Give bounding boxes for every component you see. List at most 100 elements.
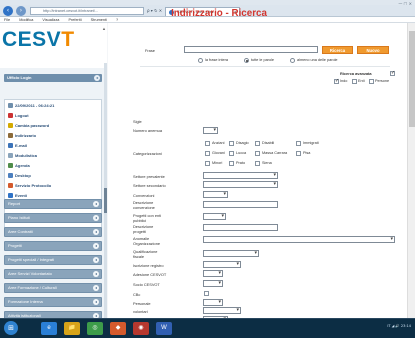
category-immigrati-checkbox[interactable] xyxy=(296,141,301,146)
radio-frase-intera[interactable] xyxy=(198,58,203,63)
app-icon-red[interactable]: ◉ xyxy=(133,322,149,335)
sidebar-section-formazione-interna[interactable]: Formazione Interna ◂ xyxy=(4,297,102,307)
category-giovani-checkbox[interactable] xyxy=(205,151,210,156)
new-button[interactable]: Nuovo xyxy=(357,46,389,54)
radio-almeno-una[interactable] xyxy=(290,58,295,63)
progetti-select[interactable] xyxy=(203,213,226,220)
email-icon xyxy=(8,143,13,148)
category-prato-label: Prato xyxy=(236,161,246,165)
app-icon-orange[interactable]: ◆ xyxy=(110,322,126,335)
sidebar-link-protocollo[interactable]: Servizio Protocollo xyxy=(8,183,51,189)
sidebar-section-progetti-speciali[interactable]: Progetti speciali / Integrati ◂ xyxy=(4,255,102,265)
category-disabili-label: Disabili xyxy=(262,141,275,145)
cbc-label: CBc xyxy=(133,292,141,297)
frase-label: Frase xyxy=(145,48,155,53)
sidebar-scroll-up-icon[interactable]: ▲ xyxy=(102,26,106,31)
cbc-checkbox[interactable] xyxy=(204,291,209,296)
system-tray[interactable]: IT ◢ 🔊 23:14 xyxy=(387,324,411,328)
anomalie-select[interactable] xyxy=(203,236,395,243)
sigle-label: Sigle xyxy=(133,119,142,124)
menu-strumenti[interactable]: Strumenti xyxy=(91,18,107,22)
sidebar-link-agenda[interactable]: Agenda xyxy=(8,163,30,169)
forward-button[interactable]: › xyxy=(16,6,26,16)
menu-modifica[interactable]: Modifica xyxy=(19,18,33,22)
collapse-icon[interactable]: ◂ xyxy=(94,75,100,81)
sidebar-section-report[interactable]: Report ◂ xyxy=(4,199,102,209)
numero-anemua-select[interactable] xyxy=(203,127,218,134)
menu-file[interactable]: File xyxy=(4,18,10,22)
anomalie-label: Anomalie Organizzazione xyxy=(133,236,161,246)
settore-prevalente-select[interactable] xyxy=(203,172,278,179)
sidebar-link-email[interactable]: E-mail xyxy=(8,143,27,149)
logout-icon xyxy=(8,113,13,118)
logo-text: CESV xyxy=(2,28,62,51)
category-disagio-checkbox[interactable] xyxy=(229,141,234,146)
sidebar-section-servizi[interactable]: Aree Servizi Volontariato ◂ xyxy=(4,269,102,279)
qualificazione-select[interactable] xyxy=(203,250,259,257)
menu-visualizza[interactable]: Visualizza xyxy=(42,18,59,22)
expand-icon[interactable]: ◂ xyxy=(93,285,99,291)
radio-tutte-parole[interactable] xyxy=(244,58,249,63)
category-prato-checkbox[interactable] xyxy=(229,161,234,166)
sidebar-link-password[interactable]: Cambia password xyxy=(8,123,49,129)
expand-icon[interactable]: ◂ xyxy=(93,229,99,235)
descrizione-convenzione-label: Descrizione convenzione xyxy=(133,200,155,210)
page-scroll-thumb[interactable] xyxy=(409,31,415,127)
advanced-search-checkbox[interactable] xyxy=(390,70,395,76)
internet-explorer-icon[interactable]: e xyxy=(41,322,57,335)
folder-icon[interactable]: 📁 xyxy=(64,322,80,335)
expand-icon[interactable]: ◂ xyxy=(93,215,99,221)
user-panel-title: Ufficio Login xyxy=(7,75,32,80)
media-player-icon[interactable]: ◎ xyxy=(87,322,103,335)
advanced-enti-checkbox[interactable] xyxy=(352,79,357,84)
start-button[interactable]: ⊞ xyxy=(4,321,18,335)
iscrizione-select[interactable] xyxy=(203,261,241,268)
category-lucca-checkbox[interactable] xyxy=(229,151,234,156)
sidebar-link-modulistica[interactable]: Modulistica xyxy=(8,153,37,159)
sidebar-link-indirizzario[interactable]: Indirizzario xyxy=(8,133,36,139)
calendar-icon xyxy=(8,103,13,108)
advanced-persone-label: Persone xyxy=(375,79,390,83)
sidebar-scroll-thumb[interactable] xyxy=(104,188,107,213)
sidebar-link-desktop[interactable]: Desktop xyxy=(8,173,31,179)
expand-icon[interactable]: ◂ xyxy=(93,257,99,263)
adesione-select[interactable] xyxy=(203,270,223,277)
category-pisa-checkbox[interactable] xyxy=(296,151,301,156)
category-massa-checkbox[interactable] xyxy=(255,151,260,156)
page-scrollbar[interactable] xyxy=(407,23,415,338)
socio-select[interactable] xyxy=(203,280,223,287)
frase-input[interactable] xyxy=(184,46,318,53)
menu-help[interactable]: ? xyxy=(116,18,118,22)
advanced-search-label: Ricerca avanzata xyxy=(340,71,372,76)
convenzioni-select[interactable] xyxy=(203,191,228,198)
convenzioni-label: Convenzioni xyxy=(133,193,155,198)
word-icon[interactable]: W xyxy=(156,322,172,335)
sidebar-section-formazione-culturali[interactable]: Aree Formazione / Culturali ◂ xyxy=(4,283,102,293)
expand-icon[interactable]: ◂ xyxy=(93,299,99,305)
expand-icon[interactable]: ◂ xyxy=(93,243,99,249)
sidebar-section-progetti[interactable]: Progetti ◂ xyxy=(4,241,102,251)
descrizione-convenzione-input[interactable] xyxy=(203,201,278,208)
user-panel-header[interactable]: Ufficio Login ◂ xyxy=(4,74,102,82)
expand-icon[interactable]: ◂ xyxy=(93,271,99,277)
sidebar-section-contratti[interactable]: Aree Contratti ◂ xyxy=(4,227,102,237)
personale-label: Personale xyxy=(133,301,151,306)
category-disabili-checkbox[interactable] xyxy=(255,141,260,146)
menu-preferiti[interactable]: Preferiti xyxy=(68,18,81,22)
advanced-indo-checkbox[interactable] xyxy=(334,78,339,84)
advanced-persone-checkbox[interactable] xyxy=(369,79,374,84)
sidebar-section-piano[interactable]: Piano Istituti ◂ xyxy=(4,213,102,223)
sidebar-link-logout[interactable]: Logout xyxy=(8,113,29,119)
volontari-select[interactable] xyxy=(203,307,241,314)
personale-select[interactable] xyxy=(203,299,223,306)
logo-area: CESVT ▲ xyxy=(0,23,107,68)
search-button[interactable]: Ricerca xyxy=(322,46,353,54)
back-button[interactable]: ‹ xyxy=(3,6,13,16)
descrizione-progetti-input[interactable] xyxy=(203,224,278,231)
settore-secondario-select[interactable] xyxy=(203,181,278,188)
expand-icon[interactable]: ◂ xyxy=(93,201,99,207)
category-anziani-checkbox[interactable] xyxy=(205,141,210,146)
settore-prevalente-label: Settore prevalente xyxy=(133,174,165,179)
category-siena-checkbox[interactable] xyxy=(255,161,260,166)
category-minori-checkbox[interactable] xyxy=(205,161,210,166)
